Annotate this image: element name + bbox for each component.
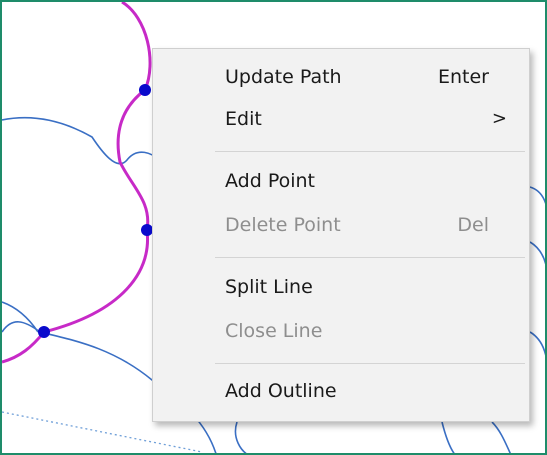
outline-path-right[interactable] bbox=[529, 186, 547, 402]
menu-item-delete-point: Delete Point Del bbox=[153, 207, 529, 243]
submenu-arrow-icon: > bbox=[491, 108, 507, 129]
menu-item-add-outline[interactable]: Add Outline bbox=[153, 373, 529, 409]
menu-item-label: Split Line bbox=[225, 276, 313, 298]
context-menu: Update Path Enter Edit > Add Point Delet… bbox=[152, 48, 530, 422]
menu-item-label: Add Outline bbox=[225, 380, 337, 402]
menu-item-split-line[interactable]: Split Line bbox=[153, 269, 529, 305]
outline-path-bottom[interactable] bbox=[234, 421, 512, 455]
path-point-3[interactable] bbox=[38, 326, 50, 338]
menu-item-update-path[interactable]: Update Path Enter bbox=[153, 59, 529, 95]
menu-item-shortcut: Del bbox=[457, 214, 489, 236]
editor-viewport[interactable]: Update Path Enter Edit > Add Point Delet… bbox=[0, 0, 547, 455]
menu-separator bbox=[215, 363, 525, 364]
menu-separator bbox=[215, 257, 525, 258]
menu-item-label: Add Point bbox=[225, 170, 315, 192]
menu-item-label: Edit bbox=[225, 108, 262, 130]
selected-path[interactable] bbox=[2, 2, 152, 364]
menu-separator bbox=[215, 151, 525, 152]
menu-item-label: Close Line bbox=[225, 320, 323, 342]
outline-path-left[interactable] bbox=[2, 117, 163, 165]
menu-item-add-point[interactable]: Add Point bbox=[153, 163, 529, 199]
path-point-1[interactable] bbox=[139, 84, 151, 96]
menu-item-close-line: Close Line bbox=[153, 313, 529, 349]
menu-item-edit[interactable]: Edit > bbox=[153, 101, 529, 137]
menu-item-label: Update Path bbox=[225, 66, 342, 88]
menu-item-label: Delete Point bbox=[225, 214, 341, 236]
menu-item-shortcut: Enter bbox=[438, 66, 489, 88]
